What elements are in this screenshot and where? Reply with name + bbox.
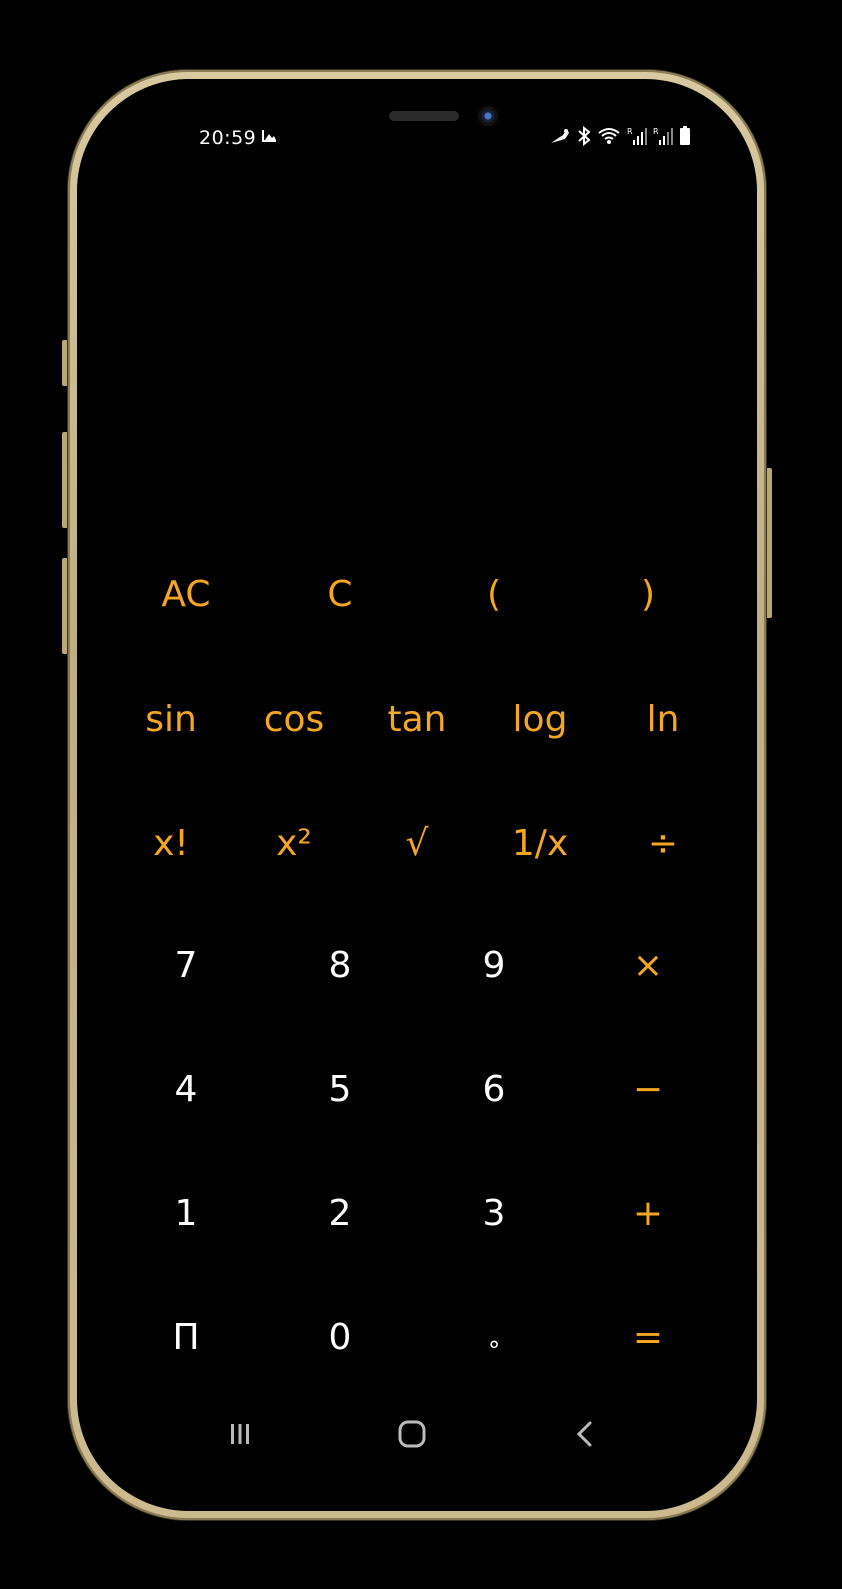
digit-4-key[interactable]: 4 xyxy=(175,1072,198,1108)
power-button xyxy=(766,468,772,618)
subtract-key[interactable]: − xyxy=(633,1072,663,1108)
digit-1-key[interactable]: 1 xyxy=(175,1196,198,1232)
all-clear-key[interactable]: AC xyxy=(161,577,210,613)
phone-screen: 20:59 R R AC C () sin cos tan log ln x!… xyxy=(77,79,757,1511)
reciprocal-key[interactable]: 1/x xyxy=(512,826,568,862)
digit-5-key[interactable]: 5 xyxy=(329,1072,352,1108)
close-paren-key[interactable]: ) xyxy=(641,577,655,613)
cos-key[interactable]: cos xyxy=(264,702,325,738)
log-key[interactable]: log xyxy=(513,702,568,738)
open-paren-key[interactable]: ( xyxy=(487,577,501,613)
digit-0-key[interactable]: 0 xyxy=(329,1320,352,1356)
calculator-keypad: AC C ( ) sin cos tan log ln x! x² √ 1/x … xyxy=(77,79,757,1511)
digit-7-key[interactable]: 7 xyxy=(175,948,198,984)
phone-frame: 20:59 R R AC C () sin cos tan log ln x!… xyxy=(68,70,766,1520)
ln-key[interactable]: ln xyxy=(647,702,680,738)
decimal-point-key[interactable]: ∘ xyxy=(486,1332,501,1356)
screenshot-stage: 20:59 R R AC C () sin cos tan log ln x!… xyxy=(0,0,842,1589)
sin-key[interactable]: sin xyxy=(145,702,197,738)
digit-9-key[interactable]: 9 xyxy=(483,948,506,984)
sqrt-key[interactable]: √ xyxy=(406,826,429,862)
pi-key[interactable]: Π xyxy=(172,1320,199,1356)
equals-key[interactable]: = xyxy=(633,1320,663,1356)
factorial-key[interactable]: x! xyxy=(153,826,189,862)
digit-3-key[interactable]: 3 xyxy=(483,1196,506,1232)
home-icon[interactable] xyxy=(397,1419,427,1449)
digit-8-key[interactable]: 8 xyxy=(329,948,352,984)
recent-apps-icon[interactable] xyxy=(227,1421,253,1447)
square-key[interactable]: x² xyxy=(276,826,312,862)
digit-6-key[interactable]: 6 xyxy=(483,1072,506,1108)
multiply-key[interactable]: × xyxy=(633,948,663,984)
add-key[interactable]: + xyxy=(633,1196,663,1232)
tan-key[interactable]: tan xyxy=(388,702,447,738)
back-icon[interactable] xyxy=(573,1419,597,1449)
clear-key[interactable]: C xyxy=(327,577,352,613)
divide-key[interactable]: ÷ xyxy=(648,826,678,862)
digit-2-key[interactable]: 2 xyxy=(329,1196,352,1232)
